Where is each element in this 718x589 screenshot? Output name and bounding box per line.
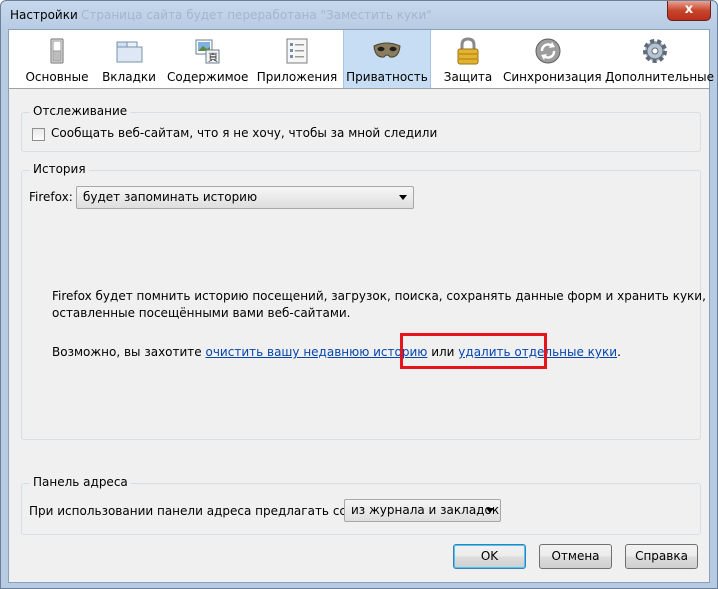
tab-tabs[interactable]: Вкладки xyxy=(93,30,165,88)
tab-privacy-label: Приватность xyxy=(346,70,428,84)
general-switch-icon xyxy=(50,38,64,64)
advanced-gear-icon xyxy=(643,39,667,63)
chevron-down-icon xyxy=(486,508,494,513)
history-legend: История xyxy=(30,162,89,176)
tab-content[interactable]: 頁 Содержимое xyxy=(167,30,249,88)
tab-applications[interactable]: Приложения xyxy=(255,30,339,88)
history-mode-value: будет запоминать историю xyxy=(83,190,258,204)
history-group: История Firefox: будет запоминать истори… xyxy=(21,162,706,440)
tab-content-label: Содержимое xyxy=(167,70,249,84)
dnt-checkbox[interactable] xyxy=(32,128,45,141)
address-bar-group: Панель адреса При использовании панели а… xyxy=(21,475,701,535)
suggest-dropdown[interactable]: из журнала и закладок xyxy=(344,499,501,522)
window-title-ghost: Страница сайта будет переработана "Замес… xyxy=(81,8,432,22)
dnt-label[interactable]: Сообщать веб-сайтам, что я не хочу, чтоб… xyxy=(51,126,437,140)
close-button[interactable]: x xyxy=(667,1,711,21)
tab-security[interactable]: Защита xyxy=(433,30,503,88)
maybe-text: Возможно, вы захотите xyxy=(52,345,206,359)
tab-security-label: Защита xyxy=(443,70,493,84)
tab-sync[interactable]: Синхронизация xyxy=(503,30,602,88)
preferences-window: Настройки Страница сайта будет переработ… xyxy=(0,0,718,589)
suggest-value: из журнала и закладок xyxy=(351,503,500,517)
privacy-pane: Отслеживание Сообщать веб-сайтам, что я … xyxy=(9,89,709,582)
window-title: Настройки xyxy=(10,8,78,22)
tab-advanced[interactable]: Дополнительные xyxy=(605,30,715,88)
history-description-line1: Firefox будет помнить историю посещений,… xyxy=(52,289,706,303)
tab-general-label: Основные xyxy=(25,70,89,84)
sync-arrows-icon xyxy=(535,38,561,64)
address-bar-legend: Панель адреса xyxy=(30,475,131,489)
history-mode-dropdown[interactable]: будет запоминать историю xyxy=(76,186,414,209)
history-description-line2: оставленные посещёнными вами веб-сайтами… xyxy=(52,306,351,320)
security-padlock-icon xyxy=(457,37,479,65)
tab-advanced-label: Дополнительные xyxy=(605,70,715,84)
chevron-down-icon xyxy=(399,195,407,200)
applications-list-icon xyxy=(286,38,308,64)
ok-button[interactable]: OK xyxy=(453,544,526,569)
tab-sync-label: Синхронизация xyxy=(503,70,602,84)
annotation-highlight-box xyxy=(400,333,547,369)
content-pictures-icon: 頁 xyxy=(195,39,220,64)
tab-applications-label: Приложения xyxy=(256,70,338,84)
tab-general[interactable]: Основные xyxy=(21,30,93,88)
pane-toolbar: Основные Вкладки 頁 Содержимое Приложения… xyxy=(9,30,715,89)
suggest-label: При использовании панели адреса предлага… xyxy=(29,504,383,518)
clear-history-link[interactable]: очистить вашу недавнюю историю xyxy=(206,345,428,359)
tracking-legend: Отслеживание xyxy=(30,104,131,118)
cancel-button[interactable]: Отмена xyxy=(539,544,612,569)
help-button[interactable]: Справка xyxy=(625,544,698,569)
firefox-label: Firefox: xyxy=(29,190,73,204)
period-text: . xyxy=(617,345,621,359)
tracking-group: Отслеживание Сообщать веб-сайтам, что я … xyxy=(21,104,701,152)
tab-privacy[interactable]: Приватность xyxy=(343,30,431,88)
svg-text:頁: 頁 xyxy=(208,52,218,64)
title-bar: Настройки Страница сайта будет переработ… xyxy=(1,1,717,29)
tabs-window-icon xyxy=(116,41,143,63)
close-icon: x xyxy=(684,2,694,17)
dialog-client: Основные Вкладки 頁 Содержимое Приложения… xyxy=(8,29,715,583)
privacy-mask-icon xyxy=(373,42,401,58)
tab-tabs-label: Вкладки xyxy=(102,70,156,84)
